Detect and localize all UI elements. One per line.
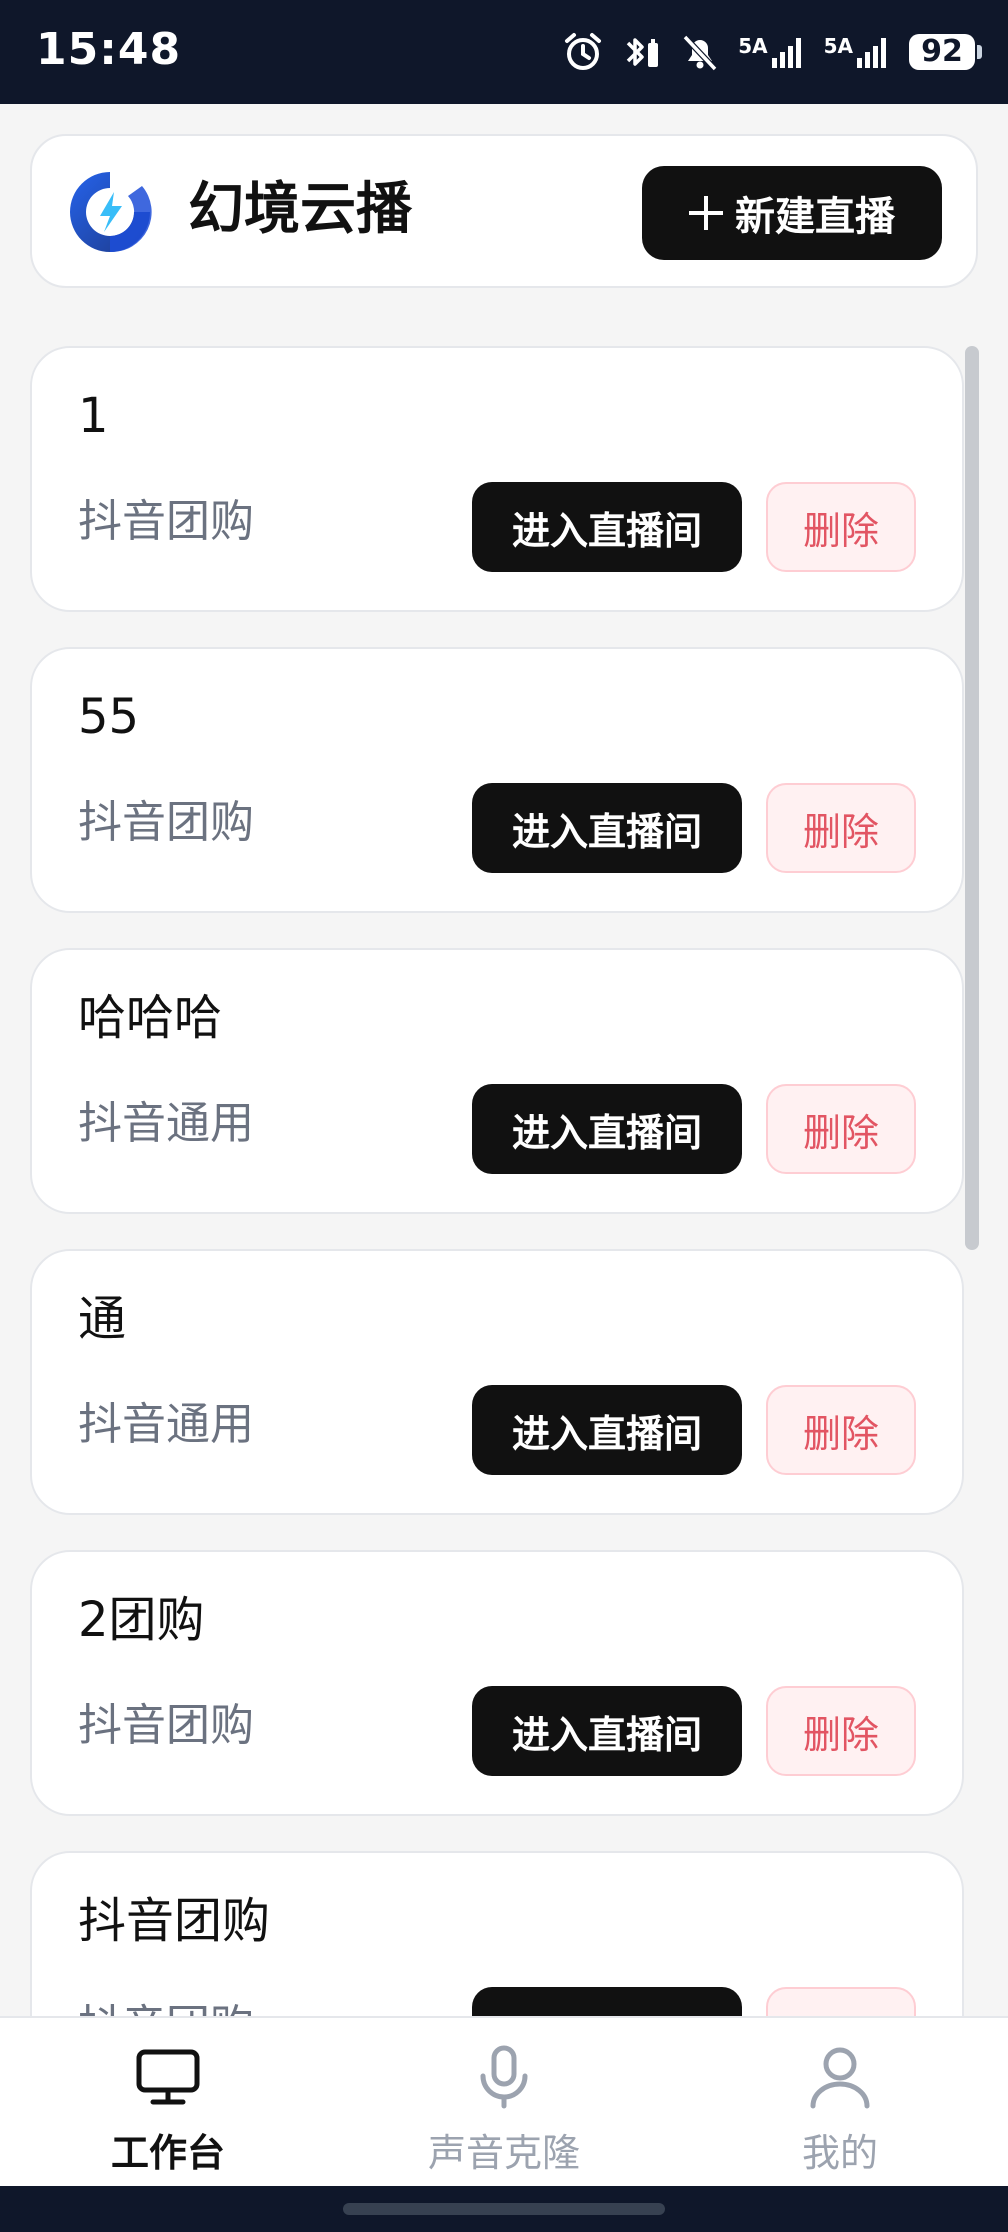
new-live-button[interactable]: 新建直播 <box>642 166 942 260</box>
user-icon <box>810 2047 870 2109</box>
room-type: 抖音团购 <box>78 496 254 547</box>
mute-bell-icon <box>682 34 718 72</box>
app-logo-icon <box>70 172 152 253</box>
nav-item-voice-clone[interactable]: 声音克隆 <box>336 2018 672 2186</box>
room-name: 2团购 <box>78 1592 205 1648</box>
network-type-2: 5A <box>823 34 853 58</box>
nav-item-profile[interactable]: 我的 <box>672 2018 1008 2186</box>
room-list: 1 抖音团购 进入直播间 删除 55 抖音团购 进入直播间 删除 哈哈哈 抖音通… <box>30 346 964 2016</box>
alarm-icon <box>565 33 602 70</box>
app-title: 幻境云播 <box>188 177 412 242</box>
battery-cap <box>977 45 982 59</box>
room-list-scroll[interactable]: 1 抖音团购 进入直播间 删除 55 抖音团购 进入直播间 删除 哈哈哈 抖音通… <box>0 346 1008 2016</box>
signal-bars-icon <box>771 38 801 68</box>
room-card: 抖音团购 抖音团购 进入直播间 删除 <box>30 1851 964 2016</box>
room-name: 通 <box>78 1291 127 1347</box>
room-card: 1 抖音团购 进入直播间 删除 <box>30 346 964 612</box>
room-card: 通 抖音通用 进入直播间 删除 <box>30 1249 964 1515</box>
delete-room-button[interactable]: 删除 <box>766 1686 916 1776</box>
monitor-icon <box>136 2049 200 2105</box>
room-name: 1 <box>78 388 109 444</box>
battery-level: 92 <box>909 34 975 70</box>
home-indicator[interactable] <box>343 2203 665 2215</box>
list-scrollbar[interactable] <box>965 346 979 1250</box>
status-bar: 15:48 5A 5A 92 <box>0 0 1008 104</box>
room-name: 抖音团购 <box>78 1893 271 1949</box>
room-type: 抖音团购 <box>78 1700 254 1751</box>
signal-bars-icon <box>857 38 886 68</box>
nav-label: 我的 <box>801 2131 878 2175</box>
delete-room-button[interactable]: 删除 <box>766 1987 916 2016</box>
network-type-1: 5A <box>738 34 768 58</box>
nav-label: 工作台 <box>110 2131 225 2175</box>
enter-room-button[interactable]: 进入直播间 <box>472 1987 742 2016</box>
nav-label: 声音克隆 <box>427 2131 580 2175</box>
room-type: 抖音团购 <box>78 797 254 848</box>
delete-room-button[interactable]: 删除 <box>766 482 916 572</box>
status-icons: 5A 5A 92 <box>562 28 982 76</box>
delete-room-button[interactable]: 删除 <box>766 1084 916 1174</box>
room-name: 哈哈哈 <box>78 990 223 1046</box>
delete-room-button[interactable]: 删除 <box>766 1385 916 1475</box>
plus-icon <box>689 196 723 230</box>
header-card: 幻境云播 新建直播 <box>30 134 978 288</box>
battery-indicator: 92 <box>909 34 982 70</box>
new-live-label: 新建直播 <box>735 194 895 240</box>
signal-2: 5A <box>824 34 891 70</box>
microphone-icon <box>480 2045 528 2109</box>
nav-item-workbench[interactable]: 工作台 <box>0 2018 336 2186</box>
enter-room-button[interactable]: 进入直播间 <box>472 1084 742 1174</box>
bottom-nav: 工作台 声音克隆 我的 <box>0 2016 1008 2186</box>
room-card: 哈哈哈 抖音通用 进入直播间 删除 <box>30 948 964 1214</box>
room-type: 抖音团购 <box>78 2001 254 2016</box>
signal-1: 5A <box>738 34 805 70</box>
room-card: 2团购 抖音团购 进入直播间 删除 <box>30 1550 964 1816</box>
status-time: 15:48 <box>36 24 182 75</box>
room-type: 抖音通用 <box>78 1098 254 1149</box>
delete-room-button[interactable]: 删除 <box>766 783 916 873</box>
system-gesture-bar <box>0 2186 1008 2232</box>
room-name: 55 <box>78 689 140 745</box>
enter-room-button[interactable]: 进入直播间 <box>472 783 742 873</box>
room-type: 抖音通用 <box>78 1399 254 1450</box>
enter-room-button[interactable]: 进入直播间 <box>472 1686 742 1776</box>
enter-room-button[interactable]: 进入直播间 <box>472 1385 742 1475</box>
enter-room-button[interactable]: 进入直播间 <box>472 482 742 572</box>
room-card: 55 抖音团购 进入直播间 删除 <box>30 647 964 913</box>
bluetooth-battery-icon <box>626 38 659 67</box>
